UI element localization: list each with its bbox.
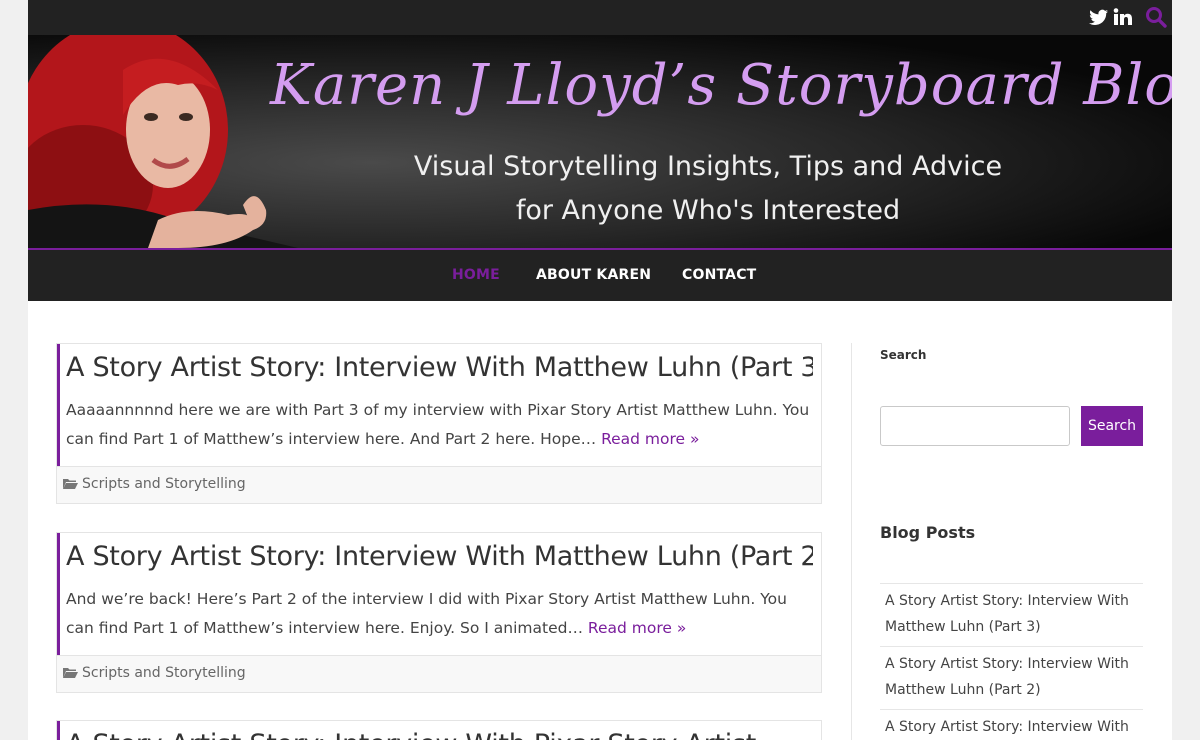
post-card: A Story Artist Story: Interview With Mat… [56, 532, 822, 693]
list-item[interactable]: A Story Artist Story: Interview With Mat… [880, 583, 1143, 646]
blog-title: Karen J Lloyd’s Storyboard Blog [270, 53, 1172, 118]
list-item[interactable]: A Story Artist Story: Interview With [880, 709, 1143, 740]
post-excerpt: Aaaaannnnnd here we are with Part 3 of m… [66, 396, 813, 454]
folder-icon [63, 479, 78, 489]
post-title[interactable]: A Story Artist Story: Interview With Pix… [66, 727, 813, 740]
post-title[interactable]: A Story Artist Story: Interview With Mat… [66, 350, 813, 386]
post-excerpt: And we’re back! Here’s Part 2 of the int… [66, 585, 813, 643]
sidebar-search-input[interactable] [880, 406, 1070, 446]
post-meta: Scripts and Storytelling [57, 466, 821, 503]
post-card: A Story Artist Story: Interview With Pix… [56, 720, 822, 740]
twitter-icon[interactable] [1089, 6, 1109, 32]
tagline-line-2: for Anyone Who's Interested [515, 195, 901, 226]
linkedin-icon[interactable] [1113, 6, 1133, 32]
sidebar-search-button[interactable]: Search [1081, 406, 1143, 446]
sidebar-blog-posts-list: A Story Artist Story: Interview With Mat… [880, 583, 1143, 740]
post-body: A Story Artist Story: Interview With Pix… [57, 721, 821, 740]
list-item[interactable]: A Story Artist Story: Interview With Mat… [880, 646, 1143, 709]
sidebar-search-title: Search [880, 348, 927, 362]
post-meta: Scripts and Storytelling [57, 655, 821, 692]
portrait-image [28, 35, 298, 248]
header-banner[interactable]: Karen J Lloyd’s Storyboard Blog Visual S… [28, 35, 1172, 248]
post-category[interactable]: Scripts and Storytelling [82, 665, 246, 681]
post-title[interactable]: A Story Artist Story: Interview With Mat… [66, 539, 813, 575]
page-wrapper: Karen J Lloyd’s Storyboard Blog Visual S… [28, 0, 1172, 740]
nav-home[interactable]: HOME [452, 267, 500, 283]
main-nav: HOME ABOUT KAREN CONTACT [28, 250, 1172, 301]
read-more-link[interactable]: Read more » [588, 619, 686, 637]
sidebar-divider [851, 343, 852, 740]
tagline-line-1: Visual Storytelling Insights, Tips and A… [413, 151, 1003, 182]
read-more-link[interactable]: Read more » [601, 430, 699, 448]
nav-about-karen[interactable]: ABOUT KAREN [536, 267, 651, 283]
post-category[interactable]: Scripts and Storytelling [82, 476, 246, 492]
nav-contact[interactable]: CONTACT [682, 267, 756, 283]
folder-icon [63, 668, 78, 678]
sidebar-blog-posts-title: Blog Posts [880, 523, 976, 542]
top-bar [28, 0, 1172, 35]
post-card: A Story Artist Story: Interview With Mat… [56, 343, 822, 504]
post-body: A Story Artist Story: Interview With Mat… [57, 533, 821, 655]
blog-tagline: Visual Storytelling Insights, Tips and A… [328, 145, 1088, 233]
search-icon[interactable] [1145, 6, 1167, 32]
post-body: A Story Artist Story: Interview With Mat… [57, 344, 821, 466]
